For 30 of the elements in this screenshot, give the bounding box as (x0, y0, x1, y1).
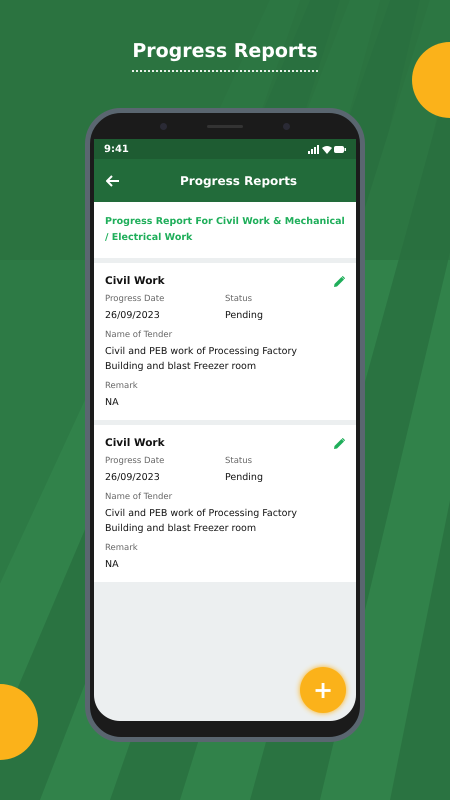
remark-value: NA (105, 558, 120, 572)
field-label: Remark (105, 543, 139, 553)
field-label: Remark (105, 381, 139, 391)
report-card[interactable]: Civil Work Progress Date 26/09/2023 Status Pending Name of Tender Civil and PEB work of Processing Factory Building and blast Freezer room Remark NA (94, 425, 356, 582)
remark-value: NA (105, 396, 120, 410)
report-title: Civil Work (105, 437, 165, 449)
edit-icon[interactable] (334, 438, 345, 448)
field-label: Progress Date (105, 294, 166, 304)
camera-dot (283, 122, 290, 130)
field-label: Progress Date (105, 456, 166, 466)
back-arrow-icon[interactable] (106, 174, 120, 186)
report-title: Civil Work (105, 275, 165, 287)
status-time: 9:41 (104, 144, 129, 154)
tender-name: Civil and PEB work of Processing Factory Building and blast Freezer room (105, 345, 298, 374)
status-icons (308, 144, 346, 154)
field-label: Name of Tender (105, 492, 174, 502)
camera-dot (160, 122, 167, 130)
tender-name: Civil and PEB work of Processing Factory Building and blast Freezer room (105, 507, 298, 536)
field-label: Name of Tender (105, 330, 174, 340)
status-value: Pending (225, 309, 264, 323)
status-value: Pending (225, 471, 264, 485)
edit-icon[interactable] (334, 276, 345, 286)
section-heading: Progress Report For Civil Work & Mechanical / Electrical Work (105, 215, 345, 245)
field-label: Status (225, 294, 254, 304)
progress-date: 26/09/2023 (105, 471, 161, 485)
page-headline: Progress Reports (132, 40, 318, 72)
field-label: Status (225, 456, 254, 466)
report-card[interactable]: Civil Work Progress Date 26/09/2023 Status Pending Name of Tender Civil and PEB work of Processing Factory Building and blast Freezer room Remark NA (94, 263, 356, 420)
app-bar-title: Progress Reports (180, 174, 298, 188)
progress-date: 26/09/2023 (105, 309, 161, 323)
